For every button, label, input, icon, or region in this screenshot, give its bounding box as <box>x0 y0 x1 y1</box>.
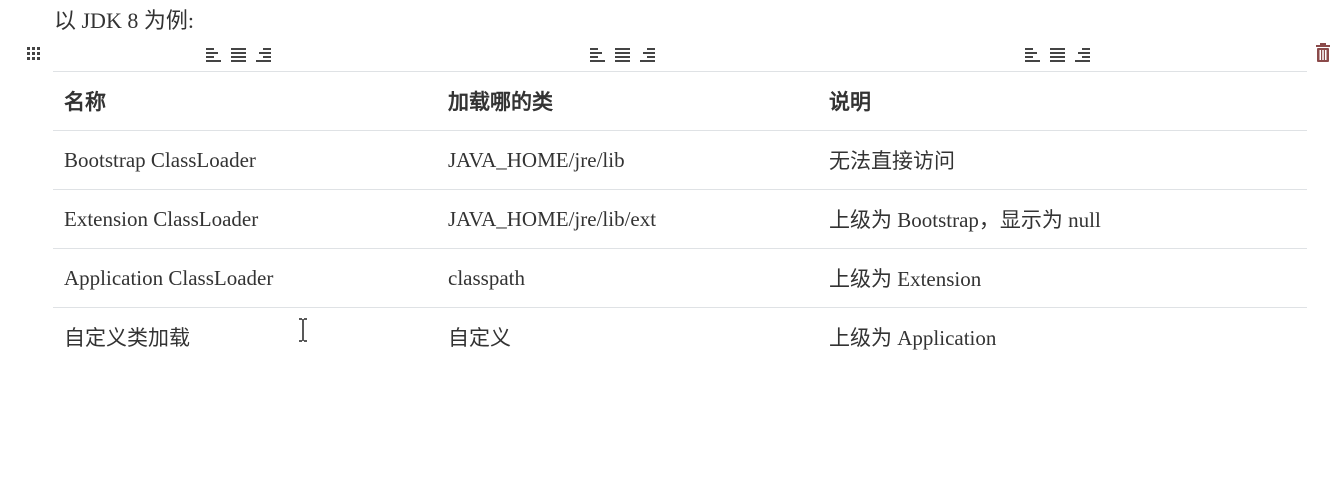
align-left-icon[interactable] <box>1025 46 1040 62</box>
table-row: 自定义类加载 自定义 上级为 Application <box>53 307 1307 366</box>
column-3-align-controls <box>1025 46 1090 62</box>
table-header-row: 名称 加载哪的类 说明 <box>53 71 1307 131</box>
table-cell[interactable]: 上级为 Bootstrap，显示为 null <box>818 189 1307 249</box>
table-cell[interactable]: 自定义类加载 <box>53 307 437 366</box>
table-cell[interactable]: 自定义 <box>437 307 818 366</box>
column-2-align-controls <box>590 46 655 62</box>
text-cursor-icon <box>299 318 307 342</box>
table-row: Application ClassLoader classpath 上级为 Ex… <box>53 248 1307 308</box>
table-row: Extension ClassLoader JAVA_HOME/jre/lib/… <box>53 189 1307 249</box>
intro-text: 以 JDK 8 为例: <box>54 8 194 33</box>
trash-icon[interactable] <box>1315 43 1331 63</box>
table-cell[interactable]: 无法直接访问 <box>818 130 1307 190</box>
align-left-icon[interactable] <box>590 46 605 62</box>
table-cell[interactable]: classpath <box>437 248 818 308</box>
align-center-icon[interactable] <box>1050 46 1065 62</box>
align-right-icon[interactable] <box>256 46 271 62</box>
table-cell[interactable]: Application ClassLoader <box>53 248 437 308</box>
align-right-icon[interactable] <box>1075 46 1090 62</box>
table-cell[interactable]: JAVA_HOME/jre/lib <box>437 130 818 190</box>
table-cell[interactable]: Extension ClassLoader <box>53 189 437 249</box>
column-1-align-controls <box>206 46 271 62</box>
align-center-icon[interactable] <box>615 46 630 62</box>
classloader-table: 名称 加载哪的类 说明 Bootstrap ClassLoader JAVA_H… <box>53 71 1307 366</box>
table-cell[interactable]: 上级为 Extension <box>818 248 1307 308</box>
header-cell-load-path[interactable]: 加载哪的类 <box>437 71 818 131</box>
grid-drag-icon[interactable] <box>27 47 41 61</box>
table-cell[interactable]: Bootstrap ClassLoader <box>53 130 437 190</box>
table-row: Bootstrap ClassLoader JAVA_HOME/jre/lib … <box>53 130 1307 190</box>
align-right-icon[interactable] <box>640 46 655 62</box>
header-cell-description[interactable]: 说明 <box>818 71 1307 131</box>
align-left-icon[interactable] <box>206 46 221 62</box>
header-cell-name[interactable]: 名称 <box>53 71 437 131</box>
table-cell[interactable]: JAVA_HOME/jre/lib/ext <box>437 189 818 249</box>
table-cell[interactable]: 上级为 Application <box>818 307 1307 366</box>
align-center-icon[interactable] <box>231 46 246 62</box>
